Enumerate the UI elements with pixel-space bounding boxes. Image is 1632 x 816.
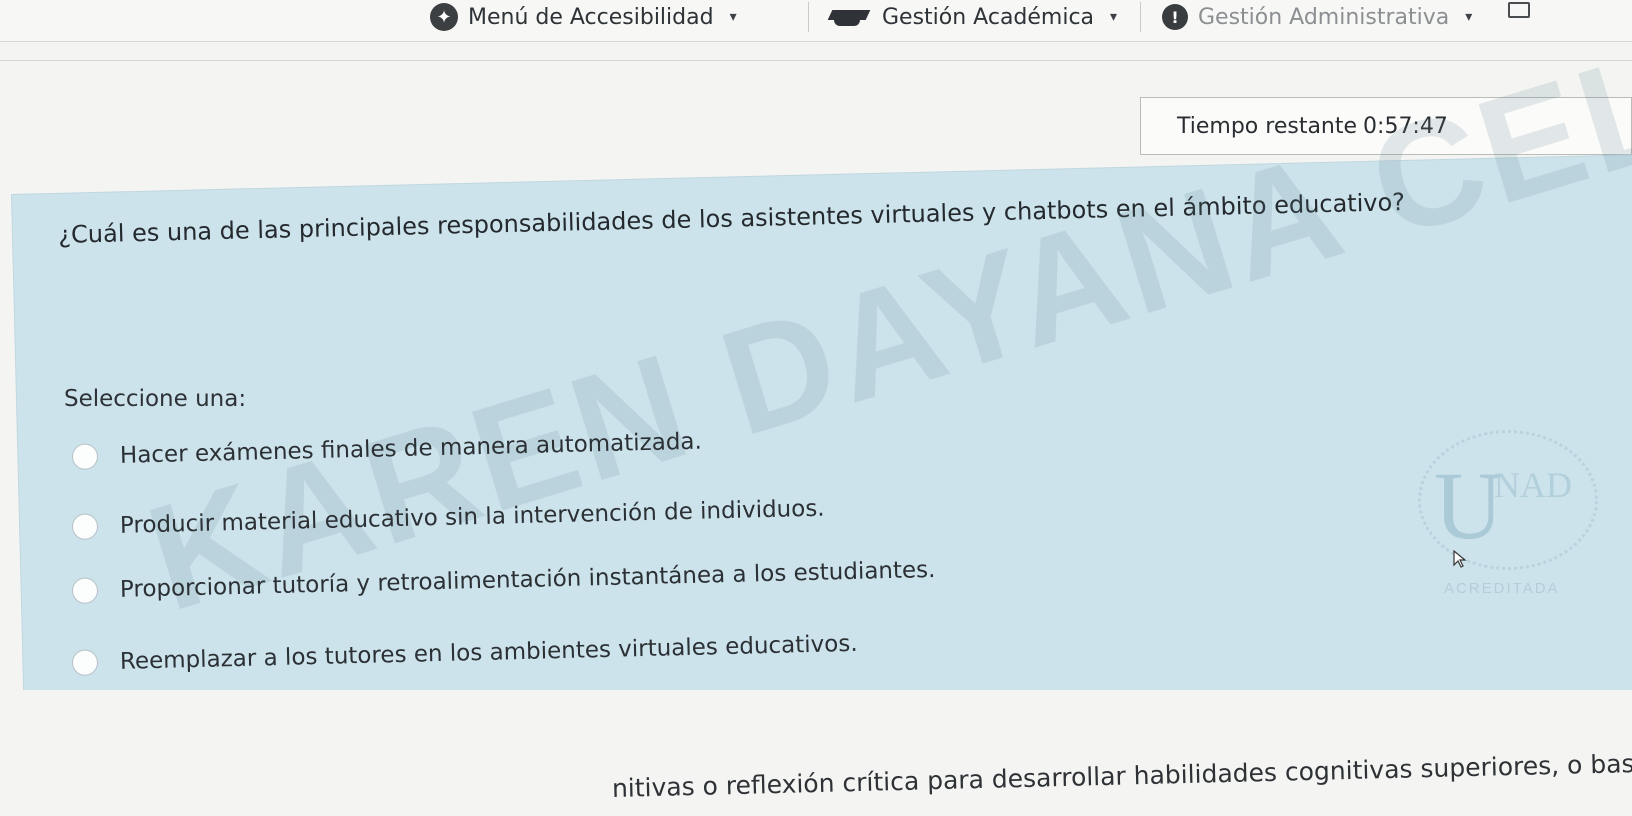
- header-divider: [0, 60, 1632, 61]
- graduation-cap-icon: [826, 6, 872, 28]
- chevron-down-icon: ▾: [1465, 9, 1473, 25]
- accessibility-icon: ✦: [430, 3, 458, 31]
- accessibility-menu-label: Menú de Accesibilidad: [468, 4, 714, 30]
- radio-button[interactable]: [71, 513, 99, 540]
- radio-button[interactable]: [71, 649, 99, 676]
- logo-u: U: [1434, 452, 1504, 559]
- info-icon: !: [1162, 4, 1188, 30]
- time-remaining-box: Tiempo restante 0:57:47: [1140, 97, 1632, 155]
- top-navigation-bar: ✦ Menú de Accesibilidad ▾ Gestión Académ…: [0, 0, 1632, 42]
- radio-button[interactable]: [71, 577, 99, 604]
- nav-divider: [1140, 2, 1141, 32]
- select-one-label: Seleccione una:: [64, 386, 247, 412]
- chevron-down-icon: ▾: [1110, 9, 1118, 25]
- mouse-cursor-icon: [1453, 550, 1467, 568]
- accessibility-menu[interactable]: ✦ Menú de Accesibilidad ▾: [430, 3, 737, 31]
- logo-accredited: ACREDITADA: [1444, 580, 1560, 597]
- time-remaining-value: 0:57:47: [1363, 113, 1448, 139]
- academic-management-label: Gestión Académica: [882, 4, 1095, 30]
- time-remaining-label: Tiempo restante: [1177, 113, 1358, 139]
- administrative-management-menu[interactable]: ! Gestión Administrativa ▾: [1162, 4, 1472, 30]
- radio-button[interactable]: [71, 443, 99, 470]
- logo-nad: NAD: [1494, 465, 1572, 505]
- chevron-down-icon: ▾: [729, 9, 737, 25]
- message-icon[interactable]: [1508, 2, 1530, 18]
- academic-management-menu[interactable]: Gestión Académica ▾: [826, 4, 1117, 30]
- administrative-management-label: Gestión Administrativa: [1198, 4, 1450, 30]
- unad-logo: U NAD ACREDITADA: [1390, 420, 1620, 620]
- nav-divider: [808, 2, 809, 32]
